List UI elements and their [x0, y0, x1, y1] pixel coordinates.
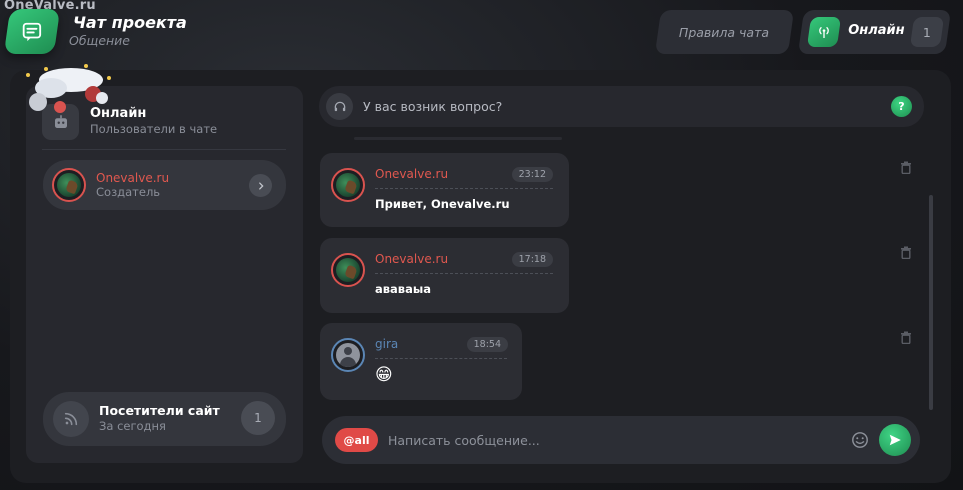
scrollbar-thumb[interactable] — [929, 195, 933, 410]
send-icon — [889, 434, 901, 446]
message-time: 18:54 — [466, 337, 508, 352]
user-name: Onevalve.ru — [96, 171, 170, 185]
message-divider — [375, 273, 553, 274]
trash-icon[interactable] — [900, 246, 912, 259]
online-count: 1 — [923, 24, 931, 40]
message-input[interactable] — [388, 428, 838, 452]
trash-icon[interactable] — [900, 331, 912, 344]
messages-top-divider — [354, 137, 562, 140]
chat-message: gira 18:54 😁 — [320, 323, 522, 400]
trash-icon[interactable] — [900, 161, 912, 174]
mention-all-button[interactable]: @all — [335, 428, 378, 452]
message-text: Привет, Onevalve.ru — [375, 197, 510, 211]
sidebar-title: Онлайн — [90, 106, 147, 121]
chat-icon — [3, 9, 61, 54]
avatar — [331, 253, 365, 287]
avatar — [52, 168, 86, 202]
chat-message: Onevalve.ru 23:12 Привет, Onevalve.ru — [320, 153, 569, 227]
online-label: Онлайн — [848, 23, 905, 38]
user-role: Создатель — [96, 185, 161, 199]
visitors-subtitle: За сегодня — [99, 419, 166, 433]
online-button[interactable]: Онлайн 1 — [797, 10, 952, 54]
chevron-right-icon[interactable] — [249, 174, 272, 197]
page-title: Чат проекта — [73, 13, 187, 32]
help-icon[interactable]: ? — [891, 96, 912, 117]
chat-rules-label: Правила чата — [679, 24, 770, 40]
avatar — [331, 168, 365, 202]
question-bar[interactable]: У вас возник вопрос? ? — [319, 86, 924, 127]
chat-rules-button[interactable]: Правила чата — [654, 10, 795, 54]
message-divider — [375, 358, 507, 359]
message-text: ававаыа — [375, 282, 431, 296]
visitors-count: 1 — [241, 401, 275, 435]
online-count-badge: 1 — [909, 17, 945, 47]
sidebar-subtitle: Пользователи в чате — [90, 122, 218, 136]
message-emoji: 😁 — [375, 365, 393, 385]
emoji-icon[interactable] — [851, 431, 869, 449]
sidebar-divider — [42, 149, 286, 150]
avatar — [331, 338, 365, 372]
antenna-icon — [806, 17, 842, 47]
message-divider — [375, 188, 553, 189]
message-author[interactable]: Onevalve.ru — [375, 252, 448, 266]
online-user-item[interactable]: Onevalve.ru Создатель — [43, 160, 286, 210]
headset-icon — [326, 93, 353, 120]
rss-icon — [53, 401, 89, 437]
visitors-title: Посетители сайт — [99, 403, 220, 418]
message-time: 17:18 — [511, 252, 553, 267]
visitors-card: Посетители сайт За сегодня 1 — [43, 392, 286, 446]
chat-message: Onevalve.ru 17:18 ававаыа — [320, 238, 569, 313]
send-button[interactable] — [879, 424, 911, 456]
message-time: 23:12 — [511, 167, 553, 182]
message-author[interactable]: Onevalve.ru — [375, 167, 448, 181]
question-text: У вас возник вопрос? — [363, 99, 503, 114]
message-composer: @all — [322, 416, 920, 464]
message-author[interactable]: gira — [375, 337, 398, 351]
page-subtitle: Общение — [69, 33, 130, 48]
